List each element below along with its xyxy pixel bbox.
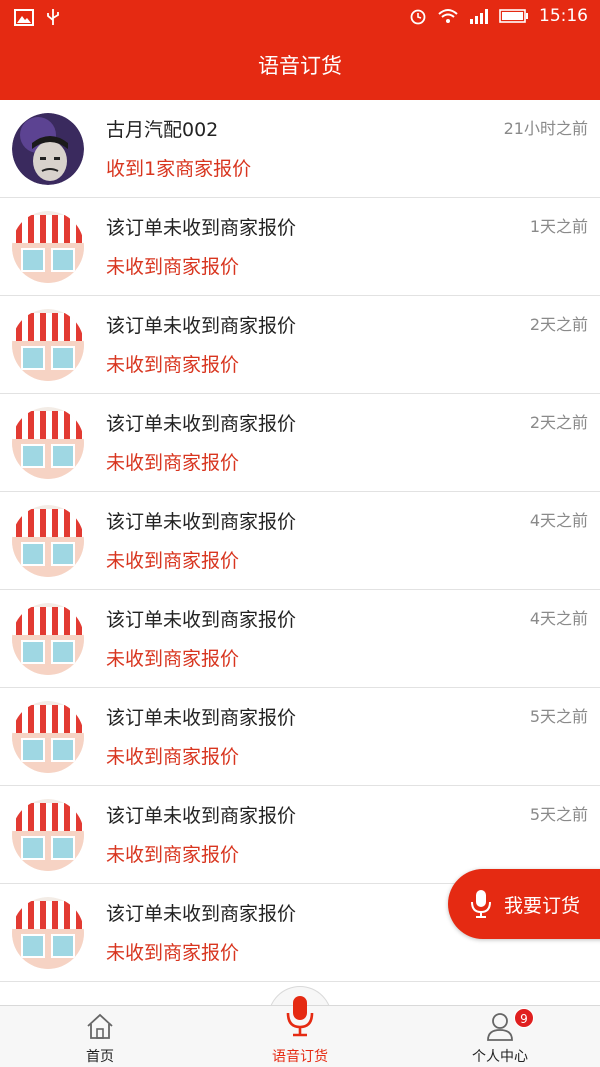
- place-order-label: 我要订货: [504, 894, 581, 917]
- order-time: 5天之前: [529, 707, 588, 726]
- tab-home-label: 首页: [86, 1049, 114, 1065]
- order-time: 4天之前: [529, 511, 588, 530]
- page-title: 语音订货: [258, 54, 342, 78]
- shop-icon: [12, 309, 84, 381]
- shop-icon: [12, 407, 84, 479]
- bottom-nav: 首页 语音订货 9 个人中心: [0, 996, 600, 1067]
- order-status: 未收到商家报价: [106, 256, 240, 278]
- order-status: 未收到商家报价: [106, 746, 240, 768]
- microphone-icon: [471, 890, 491, 918]
- image-icon: [14, 8, 34, 26]
- order-row[interactable]: 该订单未收到商家报价 未收到商家报价 4天之前: [0, 492, 600, 590]
- order-time: 4天之前: [529, 609, 588, 628]
- order-time: 1天之前: [529, 217, 588, 236]
- order-time: 5天之前: [529, 805, 588, 824]
- wifi-icon: [438, 9, 458, 23]
- shop-icon: [12, 897, 84, 969]
- order-title: 该订单未收到商家报价: [106, 413, 297, 435]
- shop-icon: [12, 799, 84, 871]
- order-status: 未收到商家报价: [106, 648, 240, 670]
- shop-icon: [12, 211, 84, 283]
- signal-icon: [470, 9, 488, 24]
- order-title: 该订单未收到商家报价: [106, 903, 297, 925]
- tab-profile-label: 个人中心: [472, 1049, 528, 1065]
- order-title: 该订单未收到商家报价: [106, 315, 297, 337]
- order-title: 古月汽配002: [106, 119, 219, 141]
- shop-icon: [12, 505, 84, 577]
- shop-icon: [12, 603, 84, 675]
- order-time: 2天之前: [529, 413, 588, 432]
- user-icon: [487, 1013, 513, 1041]
- tab-voice-order-label: 语音订货: [272, 1049, 328, 1065]
- order-row[interactable]: 该订单未收到商家报价 未收到商家报价 4天之前: [0, 590, 600, 688]
- order-title: 该订单未收到商家报价: [106, 217, 297, 239]
- user-avatar: [12, 113, 84, 185]
- tab-voice-order[interactable]: 语音订货: [200, 996, 400, 1067]
- order-status: 未收到商家报价: [106, 550, 240, 572]
- order-title: 该订单未收到商家报价: [106, 511, 297, 533]
- status-bar: 15:16: [0, 0, 600, 36]
- order-title: 该订单未收到商家报价: [106, 609, 297, 631]
- shop-icon: [12, 701, 84, 773]
- microphone-icon: [286, 996, 314, 1037]
- app-header: 语音订货: [0, 36, 600, 100]
- order-status: 未收到商家报价: [106, 354, 240, 376]
- order-row[interactable]: 该订单未收到商家报价 未收到商家报价 2天之前: [0, 394, 600, 492]
- order-row[interactable]: 该订单未收到商家报价 未收到商家报价 5天之前: [0, 688, 600, 786]
- order-row[interactable]: 该订单未收到商家报价 未收到商家报价 1天之前: [0, 198, 600, 296]
- order-status: 未收到商家报价: [106, 844, 240, 866]
- order-status: 收到1家商家报价: [106, 158, 252, 180]
- alarm-icon: [410, 9, 426, 25]
- order-time: 2天之前: [529, 315, 588, 334]
- order-status: 未收到商家报价: [106, 452, 240, 474]
- place-order-button[interactable]: 我要订货: [448, 869, 600, 939]
- tab-profile[interactable]: 9 个人中心: [400, 1006, 600, 1067]
- order-status: 未收到商家报价: [106, 942, 240, 964]
- tab-home[interactable]: 首页: [0, 1006, 200, 1067]
- notification-badge: 9: [514, 1008, 534, 1028]
- order-title: 该订单未收到商家报价: [106, 805, 297, 827]
- order-time: 21小时之前: [503, 119, 588, 138]
- clock: 15:16: [539, 6, 588, 26]
- order-row[interactable]: 该订单未收到商家报价 未收到商家报价 2天之前: [0, 296, 600, 394]
- usb-icon: [47, 9, 59, 25]
- order-title: 该订单未收到商家报价: [106, 707, 297, 729]
- battery-icon: [499, 9, 528, 23]
- order-row[interactable]: 古月汽配002 收到1家商家报价 21小时之前: [0, 100, 600, 198]
- home-icon: [87, 1013, 113, 1039]
